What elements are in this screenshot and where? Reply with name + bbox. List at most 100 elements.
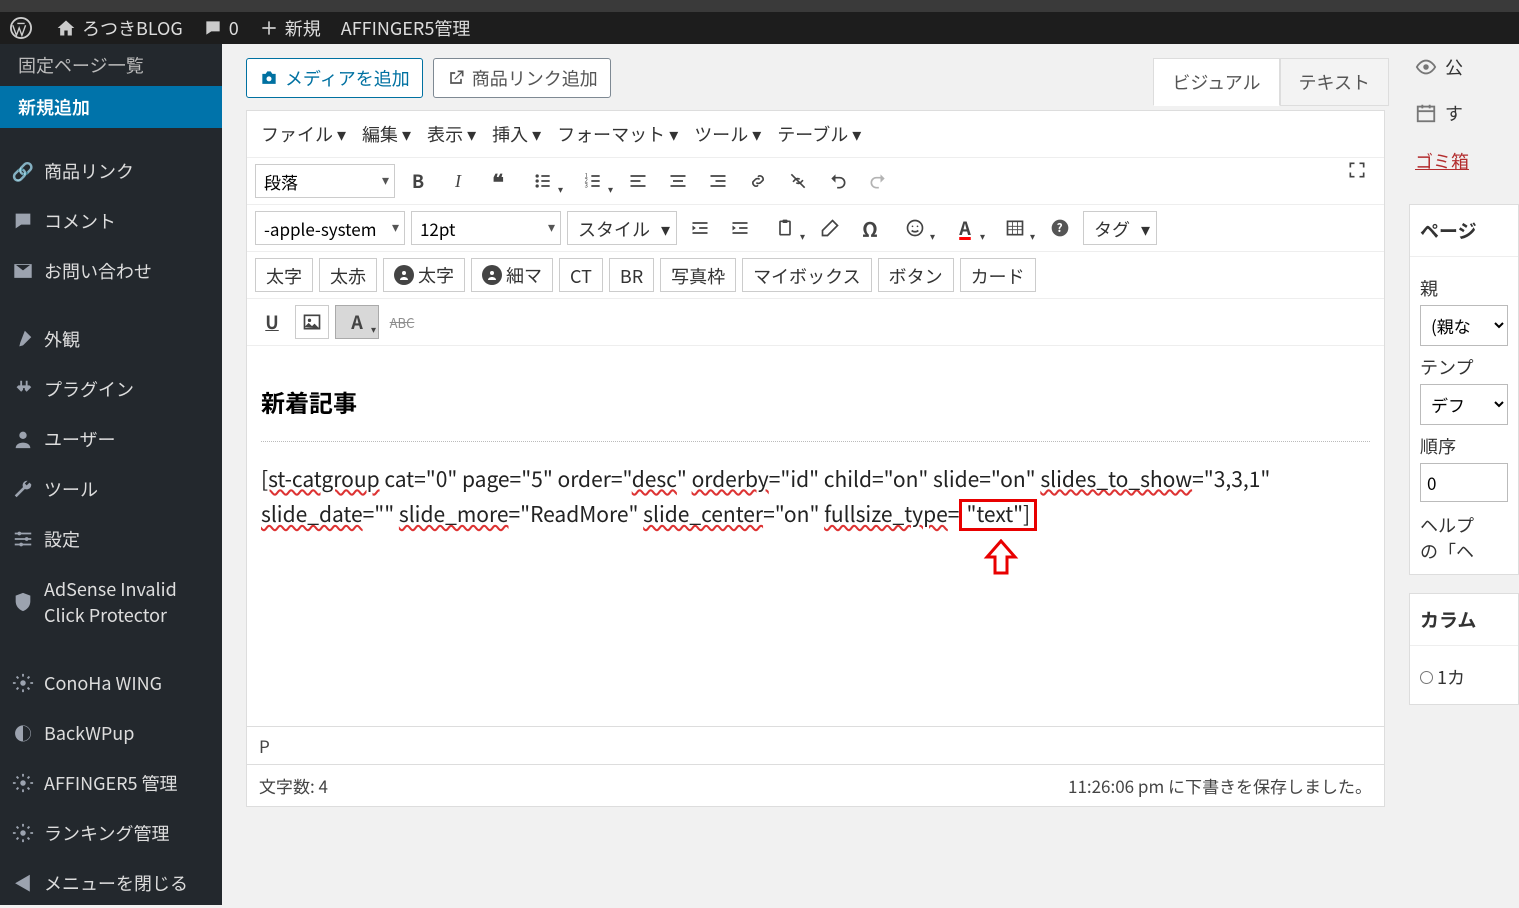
user-icon	[12, 428, 34, 450]
italic-button[interactable]: I	[441, 164, 475, 198]
fullscreen-button[interactable]	[1340, 153, 1374, 187]
outdent-icon	[690, 218, 710, 238]
menu-format[interactable]: フォーマット▾	[551, 117, 684, 151]
bullet-list-button[interactable]	[521, 164, 565, 198]
emoji-button[interactable]	[893, 211, 937, 245]
menu-view[interactable]: 表示▾	[421, 117, 482, 151]
comments-link[interactable]: 0	[203, 12, 239, 44]
button-button[interactable]: ボタン	[878, 258, 954, 292]
strikethrough-button[interactable]: ABC	[385, 305, 419, 339]
bold-button[interactable]: B	[401, 164, 435, 198]
special-char-button[interactable]: Ω	[853, 211, 887, 245]
visibility-row[interactable]: 公	[1409, 44, 1519, 90]
br-button[interactable]: BR	[609, 258, 654, 292]
font-select[interactable]: -apple-system	[255, 211, 405, 245]
parent-select[interactable]: (親な	[1420, 305, 1508, 346]
sidebar-item-collapse[interactable]: ◀メニューを閉じる	[0, 858, 222, 908]
fontsize-select[interactable]: 12pt	[411, 211, 561, 245]
order-input[interactable]	[1420, 463, 1508, 502]
editor-tabs: ビジュアル テキスト	[1153, 58, 1389, 106]
help-icon: ?	[1050, 218, 1070, 238]
clear-format-button[interactable]	[813, 211, 847, 245]
camera-icon	[259, 68, 279, 88]
image-button[interactable]	[295, 305, 329, 339]
template-select[interactable]: デフ	[1420, 384, 1508, 425]
numbered-list-button[interactable]: 123	[571, 164, 615, 198]
editor-wrapper: ファイル▾ 編集▾ 表示▾ 挿入▾ フォーマット▾ ツール▾ テーブル▾ 段落 …	[246, 110, 1385, 765]
editor-content[interactable]: 新着記事 [st-catgroup cat="0" page="5" order…	[247, 346, 1384, 726]
image-icon	[302, 312, 322, 332]
card-button[interactable]: カード	[960, 258, 1036, 292]
help-button[interactable]: ?	[1043, 211, 1077, 245]
affinger-admin-link[interactable]: AFFINGER5管理	[341, 12, 471, 44]
paste-button[interactable]	[763, 211, 807, 245]
site-home-link[interactable]: ろつきBLOG	[56, 12, 183, 44]
style-dropdown[interactable]: スタイル▾	[567, 211, 677, 245]
arrow-annotation-icon	[981, 539, 1021, 575]
tab-text[interactable]: テキスト	[1280, 58, 1389, 106]
shortcode-text: [st-catgroup cat="0" page="5" order="des…	[261, 462, 1370, 533]
outdent-button[interactable]	[683, 211, 717, 245]
tab-visual[interactable]: ビジュアル	[1153, 58, 1279, 106]
blockquote-button[interactable]: ❝	[481, 164, 515, 198]
column-option[interactable]: 1カ	[1420, 664, 1508, 690]
user-circle-icon	[482, 265, 502, 285]
maru-hosoma-button[interactable]: 細マ	[471, 258, 553, 292]
menu-table[interactable]: テーブル▾	[771, 117, 867, 151]
mybox-button[interactable]: マイボックス	[742, 258, 871, 292]
sidebar-sub-page-list[interactable]: 固定ページ一覧	[0, 44, 222, 86]
futoaka-button[interactable]: 太赤	[319, 258, 377, 292]
wordpress-logo-icon[interactable]	[6, 12, 36, 44]
sidebar-sub-add-new[interactable]: 新規追加	[0, 86, 222, 128]
sidebar-item-users[interactable]: ユーザー	[0, 414, 222, 464]
ct-button[interactable]: CT	[559, 258, 603, 292]
sidebar-item-comments[interactable]: コメント	[0, 196, 222, 246]
menu-file[interactable]: ファイル▾	[255, 117, 352, 151]
tag-dropdown[interactable]: タグ▾	[1083, 211, 1157, 245]
sidebar-item-productlink[interactable]: 🔗商品リンク	[0, 146, 222, 196]
table-button[interactable]	[993, 211, 1037, 245]
format-select[interactable]: 段落	[255, 164, 395, 198]
align-center-button[interactable]	[661, 164, 695, 198]
sidebar-item-ranking[interactable]: ランキング管理	[0, 808, 222, 858]
futoji-button[interactable]: 太字	[255, 258, 313, 292]
align-left-icon	[628, 171, 648, 191]
maru-futoji-button[interactable]: 太字	[383, 258, 465, 292]
frame-button[interactable]: 写真枠	[660, 258, 736, 292]
redo-icon	[868, 171, 888, 191]
link-button[interactable]	[741, 164, 775, 198]
toolbar-row-2: -apple-system 12pt スタイル▾ Ω A ? タグ▾	[247, 205, 1384, 252]
sidebar-item-appearance[interactable]: 外観	[0, 314, 222, 364]
page-attributes-panel: ページ 親 (親な テンプ デフ 順序 ヘルプの「ヘ	[1409, 204, 1519, 575]
new-content-link[interactable]: 新規	[259, 12, 321, 44]
sidebar-item-backwpup[interactable]: ◐BackWPup	[0, 708, 222, 758]
menu-tools[interactable]: ツール▾	[688, 117, 767, 151]
undo-button[interactable]	[821, 164, 855, 198]
indent-button[interactable]	[723, 211, 757, 245]
redo-button[interactable]	[861, 164, 895, 198]
align-right-button[interactable]	[701, 164, 735, 198]
menu-insert[interactable]: 挿入▾	[486, 117, 547, 151]
column-radio[interactable]	[1420, 671, 1433, 684]
sidebar-item-plugins[interactable]: プラグイン	[0, 364, 222, 414]
underline-button[interactable]: U	[255, 305, 289, 339]
unlink-button[interactable]	[781, 164, 815, 198]
sidebar-item-conoha[interactable]: ConoHa WING	[0, 658, 222, 708]
sidebar-item-affinger[interactable]: AFFINGER5 管理	[0, 758, 222, 808]
trash-link[interactable]: ゴミ箱	[1409, 136, 1519, 186]
menu-edit[interactable]: 編集▾	[356, 117, 417, 151]
sidebar-item-settings[interactable]: 設定	[0, 514, 222, 564]
add-productlink-button[interactable]: 商品リンク追加	[433, 58, 611, 98]
align-left-button[interactable]	[621, 164, 655, 198]
sidebar-item-contact[interactable]: お問い合わせ	[0, 246, 222, 296]
text-color-button[interactable]: A	[943, 211, 987, 245]
align-center-icon	[668, 171, 688, 191]
site-name: ろつきBLOG	[82, 15, 183, 41]
sidebar-item-tools[interactable]: ツール	[0, 464, 222, 514]
bg-color-button[interactable]: A	[335, 305, 379, 339]
sidebar-item-adsense[interactable]: AdSense Invalid Click Protector	[0, 564, 222, 640]
schedule-row[interactable]: す	[1409, 90, 1519, 136]
sliders-icon	[12, 528, 34, 550]
add-media-button[interactable]: メディアを追加	[246, 58, 423, 98]
undo-icon	[828, 171, 848, 191]
